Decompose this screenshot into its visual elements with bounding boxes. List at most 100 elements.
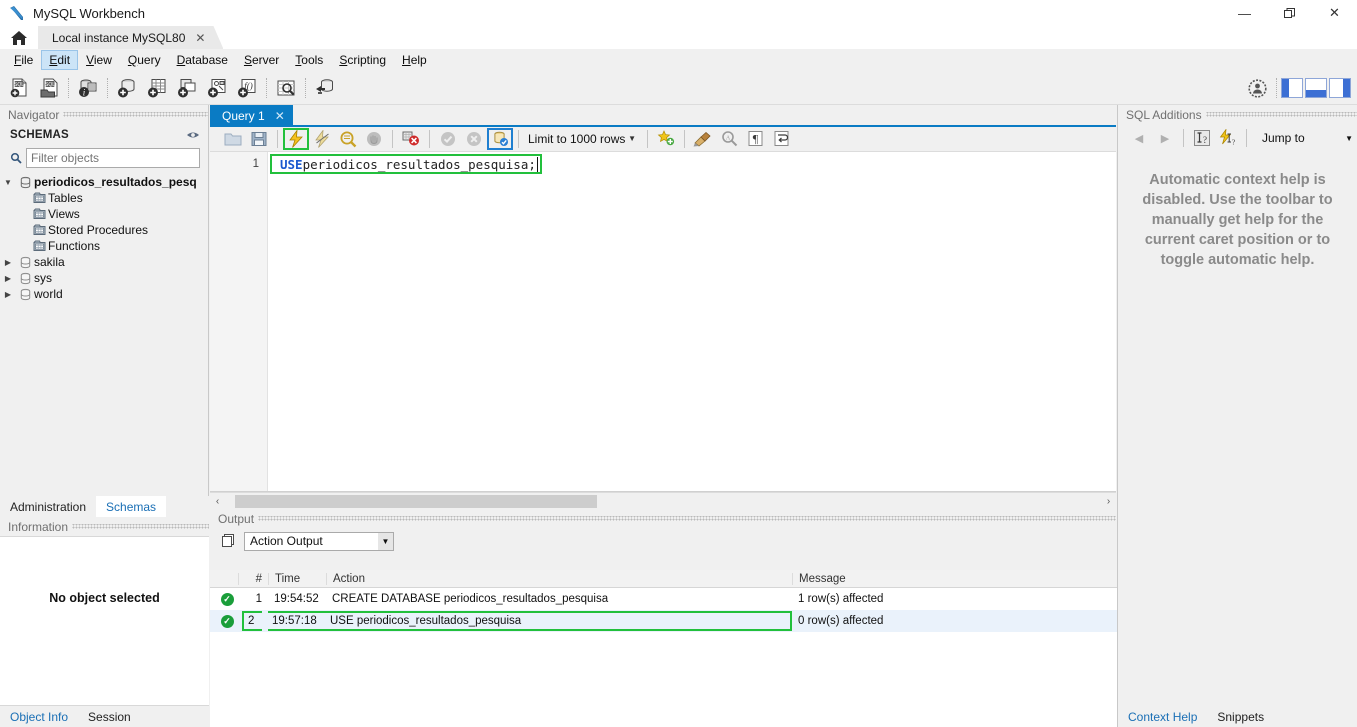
tree-item-sys[interactable]: ▶ sys (0, 270, 208, 286)
reconnect-server-icon[interactable] (310, 73, 340, 103)
create-procedure-icon[interactable] (202, 73, 232, 103)
tab-query-1[interactable]: Query 1 ✕ (210, 105, 293, 126)
tab-administration[interactable]: Administration (0, 496, 96, 517)
scroll-left-icon[interactable]: ‹ (210, 496, 225, 507)
open-sql-script-icon[interactable]: SQL (34, 73, 64, 103)
tab-session[interactable]: Session (78, 706, 141, 727)
limit-rows-dropdown[interactable]: Limit to 1000 rows ▼ (524, 129, 642, 149)
sql-additions-tabs-container: Context Help Snippets (1118, 706, 1357, 727)
home-icon[interactable] (0, 26, 38, 49)
filter-objects-input[interactable] (26, 148, 200, 168)
create-schema-icon[interactable] (112, 73, 142, 103)
column-header-time[interactable]: Time (268, 573, 326, 585)
toggle-stop-on-error-icon[interactable] (398, 128, 424, 150)
tab-snippets[interactable]: Snippets (1207, 706, 1274, 727)
scrollbar-thumb[interactable] (235, 495, 597, 508)
maximize-button[interactable] (1267, 0, 1312, 26)
menu-query[interactable]: Query (120, 50, 169, 70)
close-button[interactable]: ✕ (1312, 0, 1357, 26)
sql-additions-toolbar: ◀ ▶ ? ? Jump to ▼ (1118, 124, 1357, 152)
menu-edit[interactable]: Edit (41, 50, 78, 70)
row-action: USE periodicos_resultados_pesquisa (326, 611, 792, 631)
create-table-icon[interactable] (142, 73, 172, 103)
stop-execution-icon[interactable] (361, 128, 387, 150)
toggle-output-icon[interactable] (1305, 78, 1327, 98)
create-function-icon[interactable]: f() (232, 73, 262, 103)
menu-view[interactable]: View (78, 50, 120, 70)
chevron-right-icon[interactable]: ▶ (0, 274, 16, 283)
new-sql-tab-icon[interactable]: SQL (4, 73, 34, 103)
search-data-icon[interactable] (271, 73, 301, 103)
success-icon: ✓ (221, 615, 234, 628)
tab-object-info[interactable]: Object Info (0, 706, 78, 727)
row-time-value: 19:57:18 (272, 615, 317, 627)
toggle-secondary-sidebar-icon[interactable] (1329, 78, 1351, 98)
execute-statement-icon[interactable] (283, 128, 309, 150)
editor-horizontal-scrollbar[interactable]: ‹ › (210, 492, 1116, 509)
wrap-lines-icon[interactable] (768, 128, 794, 150)
menu-help[interactable]: Help (394, 50, 435, 70)
instance-tab-local-mysql80[interactable]: Local instance MySQL80 ✕ (38, 26, 223, 49)
tree-item-sakila[interactable]: ▶ sakila (0, 254, 208, 270)
connection-info-icon[interactable]: i (73, 73, 103, 103)
menu-tools[interactable]: Tools (287, 50, 331, 70)
menu-server[interactable]: Server (236, 50, 287, 70)
column-header-action[interactable]: Action (326, 573, 792, 585)
menu-database[interactable]: Database (169, 50, 236, 70)
execute-current-statement-icon[interactable] (309, 128, 335, 150)
commit-icon[interactable] (435, 128, 461, 150)
tree-item-periodicos-resultados-pesq[interactable]: ▼ periodicos_resultados_pesq (0, 174, 208, 190)
refresh-eye-icon[interactable] (186, 130, 200, 140)
auto-context-help-icon[interactable]: ? (1215, 127, 1241, 149)
sql-editor[interactable]: 1 USE periodicos_resultados_pesquisa; (210, 152, 1116, 492)
output-view-dropdown[interactable]: Action Output ▼ (244, 532, 394, 551)
column-header-number[interactable]: # (238, 573, 268, 585)
sql-additions-tabs: Context Help Snippets (1118, 706, 1357, 727)
tree-item-views[interactable]: Views (0, 206, 208, 222)
scrollbar-track[interactable] (225, 495, 1101, 508)
folder-grid-icon (30, 240, 48, 252)
forward-icon[interactable]: ▶ (1152, 132, 1178, 145)
minimize-button[interactable]: — (1222, 0, 1267, 26)
context-help-icon[interactable]: ? (1189, 127, 1215, 149)
toggle-autocommit-icon[interactable] (487, 128, 513, 150)
settings-user-icon[interactable] (1242, 73, 1272, 103)
sql-code-line[interactable]: USE periodicos_resultados_pesquisa; (270, 154, 542, 174)
chevron-down-icon[interactable]: ▼ (628, 134, 642, 143)
explain-statement-icon[interactable] (335, 128, 361, 150)
information-caption-label: Information (8, 520, 68, 534)
toggle-sidebar-icon[interactable] (1281, 78, 1303, 98)
chevron-right-icon[interactable]: ▶ (0, 258, 16, 267)
app-logo-icon (9, 5, 25, 21)
menu-file[interactable]: File (6, 50, 41, 70)
folder-grid-icon (30, 208, 48, 220)
tree-item-functions[interactable]: Functions (0, 238, 208, 254)
find-icon[interactable]: A (716, 128, 742, 150)
rollback-icon[interactable] (461, 128, 487, 150)
chevron-right-icon[interactable]: ▶ (0, 290, 16, 299)
close-icon[interactable]: ✕ (195, 31, 205, 45)
tree-item-tables[interactable]: Tables (0, 190, 208, 206)
toolbar-separator (68, 78, 69, 98)
close-icon[interactable]: ✕ (275, 109, 285, 123)
svg-text:?: ? (1232, 138, 1236, 147)
tree-item-stored-procedures[interactable]: Stored Procedures (0, 222, 208, 238)
chevron-down-icon[interactable]: ▼ (1345, 134, 1357, 143)
chevron-down-icon[interactable]: ▼ (378, 533, 393, 550)
output-panes-icon[interactable] (220, 533, 236, 549)
beautify-query-icon[interactable] (690, 128, 716, 150)
chevron-down-icon[interactable]: ▼ (0, 178, 16, 187)
menu-scripting[interactable]: Scripting (331, 50, 394, 70)
jump-to-dropdown[interactable]: Jump to ▼ (1256, 128, 1357, 148)
save-script-icon[interactable] (246, 128, 272, 150)
back-icon[interactable]: ◀ (1126, 132, 1152, 145)
tree-item-world[interactable]: ▶ world (0, 286, 208, 302)
tab-schemas[interactable]: Schemas (96, 496, 166, 517)
caption-dots (1206, 112, 1357, 117)
toggle-invisible-chars-icon[interactable]: ¶ (742, 128, 768, 150)
scroll-right-icon[interactable]: › (1101, 496, 1116, 507)
save-snippet-icon[interactable] (653, 128, 679, 150)
create-view-icon[interactable] (172, 73, 202, 103)
open-script-icon[interactable] (220, 128, 246, 150)
tab-context-help[interactable]: Context Help (1118, 706, 1207, 727)
